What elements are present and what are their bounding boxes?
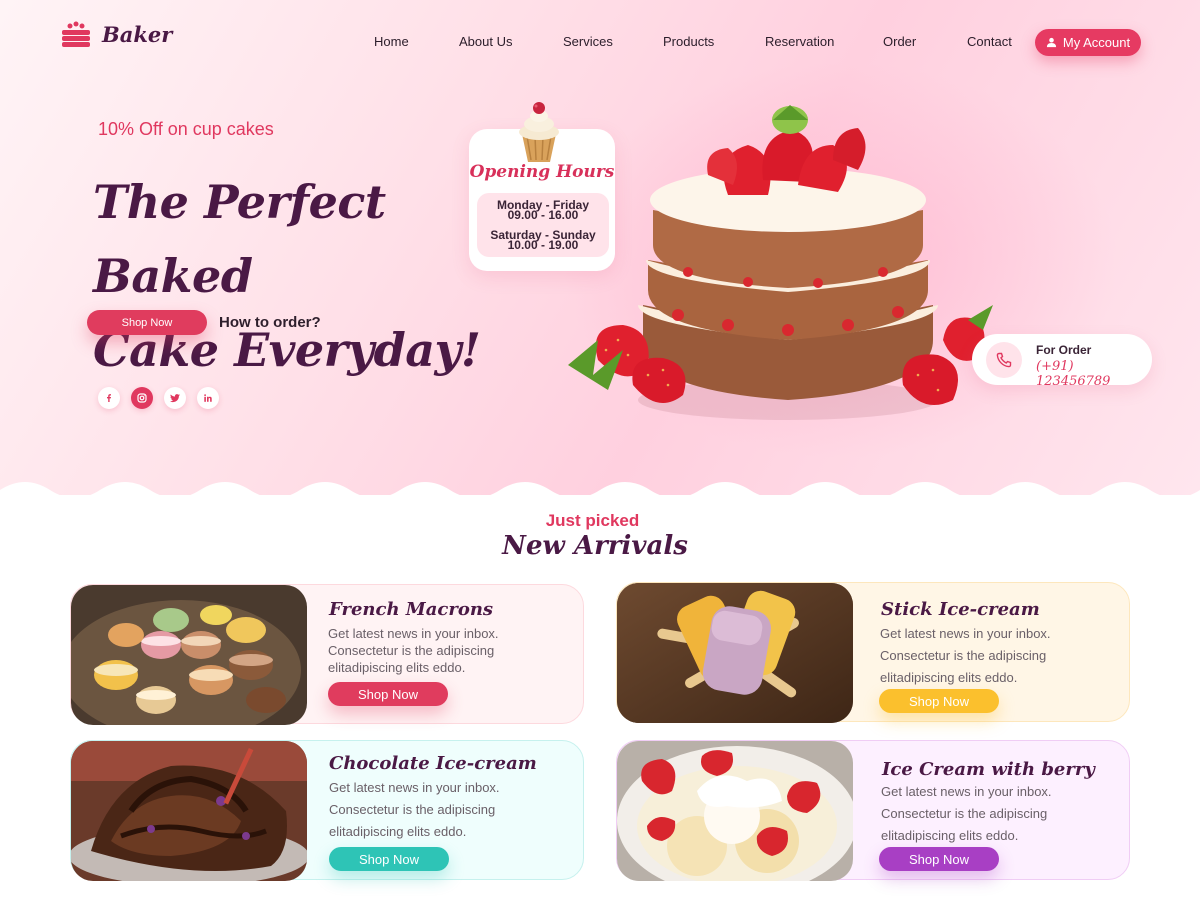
card-desc-line: Consectetur is the adipiscing [881,806,1048,821]
card-desc-line: Get latest news in your inbox. [880,626,1051,641]
hero-shop-now-button[interactable]: Shop Now [87,310,207,335]
for-order-label: For Order [1036,343,1092,357]
promo-text: 10% Off on cup cakes [98,119,274,139]
chocolate-ice-cream-image [71,741,307,881]
card-title: Stick Ice-cream [881,599,1040,620]
card-desc-line: Consectetur is the adipiscing [880,648,1047,663]
shop-now-button[interactable]: Shop Now [879,689,999,713]
product-card-french-macrons: French Macrons Get latest news in your i… [70,584,584,725]
nav-home[interactable]: Home [374,34,409,49]
for-order-card[interactable]: For Order (+91) 123456789 [972,334,1152,389]
linkedin-icon[interactable] [197,387,219,409]
twitter-icon[interactable] [164,387,186,409]
nav-order[interactable]: Order [883,34,916,49]
card-desc-line: elitadipiscing elits eddo. [328,660,466,675]
hero-headline: The Perfect Baked Cake Everyday! [93,165,493,387]
card-desc-line: Get latest news in your inbox. [881,784,1052,799]
card-description: Get latest news in your inbox. Consectet… [881,781,1121,847]
card-desc-line: elitadipiscing elits eddo. [881,828,1019,843]
cupcake-icon [519,102,559,162]
shop-now-button[interactable]: Shop Now [879,847,999,871]
my-account-button[interactable]: My Account [1035,29,1141,56]
card-desc-line: Get latest news in your inbox. [329,780,500,795]
user-icon [1046,37,1056,48]
arrivals-title: New Arrivals [502,531,688,561]
nav-products[interactable]: Products [663,34,714,49]
cake-logo-icon [62,21,90,47]
card-description: Get latest news in your inbox. Consectet… [880,623,1120,689]
berry-ice-cream-image [617,741,853,881]
my-account-label: My Account [1062,35,1131,50]
brand-logo[interactable]: Baker [60,20,172,48]
nav-services[interactable]: Services [563,34,613,49]
card-desc-line: Get latest news in your inbox. [328,626,499,641]
product-card-chocolate-ice-cream: Chocolate Ice-cream Get latest news in y… [70,740,584,881]
macrons-image [71,585,307,725]
card-title: Chocolate Ice-cream [329,753,537,774]
wave-divider [0,482,1200,510]
brand-name: Baker [102,21,173,47]
shop-now-button[interactable]: Shop Now [328,682,448,706]
order-phone-number[interactable]: (+91) 123456789 [1036,359,1152,389]
facebook-icon[interactable] [98,387,120,409]
card-description: Get latest news in your inbox. Consectet… [329,777,569,843]
nav-contact[interactable]: Contact [967,34,1012,49]
social-links [98,387,219,409]
card-title: French Macrons [329,599,494,620]
card-desc-line: Consectetur is the adipiscing [329,802,496,817]
shop-now-button[interactable]: Shop Now [329,847,449,871]
stick-ice-cream-image [617,583,853,723]
phone-icon [996,352,1012,368]
headline-line-1: The Perfect Baked [93,175,386,303]
nav-reservation[interactable]: Reservation [765,34,834,49]
instagram-icon[interactable] [131,387,153,409]
product-card-stick-ice-cream: Stick Ice-cream Get latest news in your … [616,582,1130,723]
card-title: Ice Cream with berry [882,759,1095,780]
product-card-ice-cream-with-berry: Ice Cream with berry Get latest news in … [616,740,1130,881]
card-desc-line: elitadipiscing elits eddo. [329,824,467,839]
arrivals-subtitle: Just picked [545,511,640,530]
card-description: Get latest news in your inbox. Consectet… [328,625,568,676]
strawberry-cake-image [568,105,993,420]
card-desc-line: Consectetur is the adipiscing [328,643,495,658]
how-to-order-link[interactable]: How to order? [219,314,321,331]
nav-about-us[interactable]: About Us [459,34,512,49]
phone-icon-circle [986,342,1022,378]
card-desc-line: elitadipiscing elits eddo. [880,670,1018,685]
